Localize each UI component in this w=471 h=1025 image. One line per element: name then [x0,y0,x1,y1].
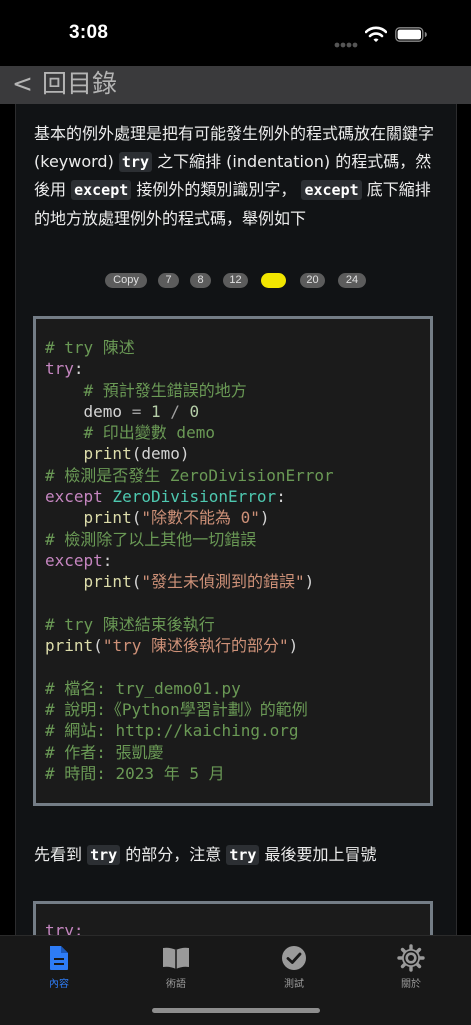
font-size-toolbar: Copy 7 8 12 16 20 24 [16,273,456,291]
para-text: 的部分，注意 [120,845,227,864]
home-indicator [152,1008,320,1013]
status-bar: 3:08 [0,0,471,66]
code-variable: demo [45,401,132,421]
status-time: 3:08 [69,22,109,43]
tab-label: 關於 [401,979,421,990]
code-keyword: try: [45,921,84,935]
inline-code: try [118,151,152,172]
copy-button[interactable]: Copy [105,273,147,288]
tab-glossary[interactable]: 術語 [146,944,206,990]
code-text: try: [45,920,84,935]
tab-label: 術語 [166,979,186,990]
code-punct: ) [259,508,270,528]
explanation-paragraph: 先看到 try 的部分，注意 try 最後要加上冒號 [34,841,434,870]
font-size-button[interactable]: 7 [158,273,179,288]
code-punct: ( [131,572,142,592]
code-comment: # 檢測除了以上其他一切錯誤 [45,529,257,549]
code-keyword: try [45,359,74,379]
code-comment: # 說明:《Python學習計劃》的範例 [45,700,308,720]
tab-label: 內容 [49,979,69,990]
intro-text: 接例外的類別識別字， [131,180,302,199]
cellular-signal-icon [334,35,358,54]
para-text: 先看到 [34,845,88,864]
code-function: print [45,508,132,528]
code-punct: ( [131,508,142,528]
font-size-button[interactable]: 8 [190,273,211,288]
code-string: "發生未偵測到的錯誤" [141,572,305,592]
code-function: print [45,444,132,464]
code-class: ZeroDivisionError [102,487,277,507]
code-keyword: except [45,550,103,570]
code-block[interactable]: try: [33,901,433,935]
code-string: "try 陳述後執行的部分" [102,636,289,656]
tab-quiz[interactable]: 測試 [264,944,324,990]
code-punct: : [276,487,286,507]
back-button[interactable]: < 回目錄 [12,67,117,101]
wifi-icon [364,26,388,47]
code-comment: # try 陳述結束後執行 [45,614,215,634]
code-operator: / [160,401,180,421]
gear-icon [397,944,425,972]
code-keyword: except [45,487,103,507]
code-comment: # 印出變數 demo [45,423,215,443]
book-icon [163,947,189,969]
chevron-left-icon: < [12,69,33,98]
code-punct: : [102,550,113,570]
code-comment: # 檔名: try_demo01.py [45,678,241,698]
tab-about[interactable]: 關於 [381,944,441,990]
code-comment: # 預計發生錯誤的地方 [45,380,247,400]
font-size-button[interactable]: 24 [338,273,366,288]
code-operator: = [131,401,142,421]
font-size-button[interactable]: 12 [223,273,248,288]
code-function: print [45,636,94,656]
article-column: 基本的例外處理是把有可能發生例外的程式碼放在關鍵字 (keyword) try … [15,104,457,935]
font-size-button[interactable]: 20 [300,273,325,288]
content-scroll-view[interactable]: 基本的例外處理是把有可能發生例外的程式碼放在關鍵字 (keyword) try … [0,104,471,935]
inline-code: except [71,180,132,200]
code-comment: # 作者: 張凱慶 [45,742,164,762]
inline-code: try [87,845,121,865]
code-punct: ( [93,636,103,656]
para-text: 最後要加上冒號 [259,845,377,864]
code-string: "除數不能為 0" [141,508,260,528]
code-comment: # try 陳述 [45,338,135,357]
code-block[interactable]: # try 陳述 try: # 預計發生錯誤的地方 demo = 1 / 0 #… [33,316,433,806]
font-size-button-active[interactable]: 16 [261,273,286,288]
code-punct: : [73,359,84,379]
code-comment: # 網站: http://kaiching.org [45,721,299,741]
code-args: (demo) [131,444,190,464]
code-comment: # 時間: 2023 年 5 月 [45,763,225,783]
inline-code: try [226,845,260,865]
inline-code: except [301,180,362,200]
back-label: 回目錄 [42,69,118,98]
navigation-bar: < 回目錄 [0,66,471,104]
tab-content[interactable]: 內容 [29,944,89,990]
code-punct: ) [304,572,315,592]
tab-label: 測試 [284,979,304,990]
code-function: print [45,572,132,592]
code-number: 0 [179,401,200,421]
intro-paragraph: 基本的例外處理是把有可能發生例外的程式碼放在關鍵字 (keyword) try … [34,120,434,232]
code-punct: ) [288,636,299,656]
battery-icon [395,27,428,46]
code-number: 1 [141,401,161,421]
code-text: # try 陳述 try: # 預計發生錯誤的地方 demo = 1 / 0 #… [45,337,334,784]
checkmark-circle-icon [282,946,306,970]
code-comment: # 檢測是否發生 ZeroDivisionError [45,465,334,485]
document-icon [50,946,68,970]
